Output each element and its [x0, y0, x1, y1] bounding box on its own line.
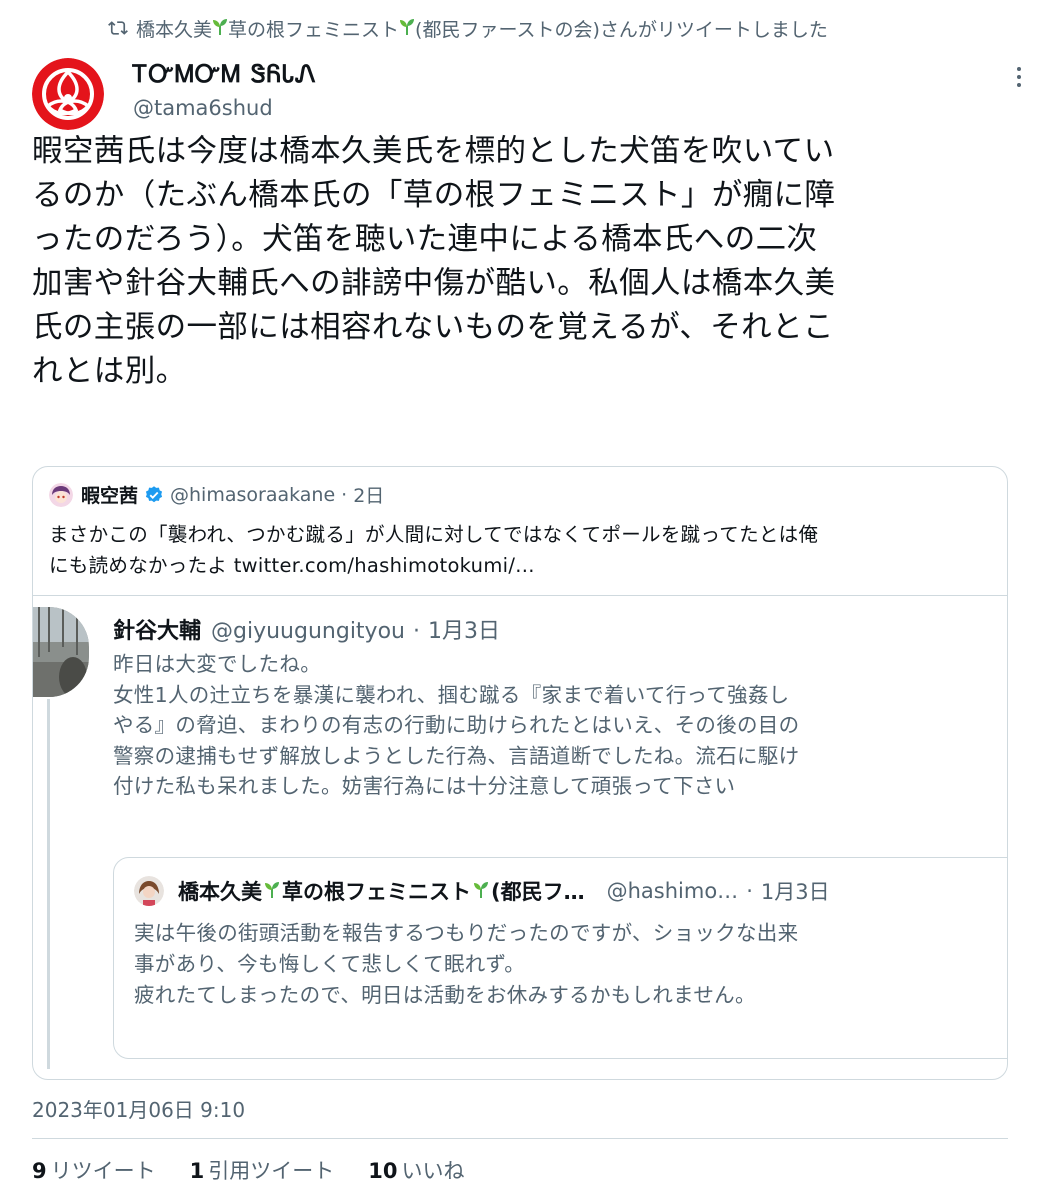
tweet-line: 氏の主張の一部には相容れないものを覚えるが、それとこ [32, 310, 834, 345]
like-label: いいね [401, 1159, 465, 1183]
separator-dot: · [341, 483, 348, 506]
quoted-tweet-text: まさかこの「襲われ、つかむ蹴る」が人間に対してではなくてポールを蹴ってたとは俺 … [49, 519, 999, 581]
nested-time[interactable]: 1月3日 [428, 613, 500, 645]
retweet-label: リツイート [50, 1159, 156, 1183]
sprout-icon [212, 17, 228, 40]
nested-quoted-tweet[interactable]: 橋本久美 草の根フェミニスト (都民フ… @hashimo… · 1月3日 実は… [113, 857, 1007, 1059]
nested-quoted-line: 事があり、今も悔しくて悲しくて眠れず。 [134, 952, 526, 976]
avatar[interactable] [134, 876, 164, 906]
quoted-line[interactable]: にも読めなかったよ twitter.com/hashimotokumi/... [49, 550, 999, 581]
quoted-tweet[interactable]: 暇空茜 @himasoraakane · 2日 まさかこの「襲われ、つかむ蹴る」… [32, 466, 1008, 1080]
retweet-notice[interactable]: 橋本久美 草の根フェミニスト (都民ファーストの会)さんがリツイートしました [108, 14, 828, 42]
author-handle[interactable]: @tama6shud [133, 96, 273, 120]
nested-line: やる』の脅迫、まわりの有志の行動に助けられたとはいえ、その後の目の [113, 713, 800, 737]
tweet-timestamp[interactable]: 2023年01月06日 9:10 [32, 1094, 245, 1123]
like-count-link[interactable]: 10 いいね [368, 1155, 464, 1185]
tweet-line: 加害や針谷大輔氏への誹謗中傷が酷い。私個人は橋本久美 [32, 266, 836, 301]
retweet-notice-name: 橋本久美 [136, 18, 213, 41]
separator-dot: · [746, 879, 753, 903]
quoted-time[interactable]: 2日 [353, 481, 384, 508]
avatar-logo [32, 58, 104, 130]
nested-line: 付けた私も呆れました。妨害行為には十分注意して頑張って下さい [113, 774, 736, 798]
nested-quoted-line: 疲れたてしまったので、明日は活動をお休みするかもしれません。 [134, 983, 756, 1007]
divider [32, 1138, 1008, 1139]
retweet-notice-suffix: (都民ファーストの会)さんがリツイートしました [415, 18, 828, 41]
tweet-line: るのか（たぶん橋本氏の「草の根フェミニスト」が癇に障 [32, 178, 836, 213]
avatar[interactable] [33, 607, 89, 697]
retweet-icon [108, 18, 128, 38]
nested-quoted-author-suffix[interactable]: (都民フ… [491, 876, 585, 906]
nested-line: 昨日は大変でしたね。 [113, 652, 321, 676]
quoted-author-handle[interactable]: @himasoraakane [170, 484, 335, 506]
like-count: 10 [368, 1159, 398, 1183]
tweet-stats: 9 リツイート 1 引用ツイート 10 いいね [32, 1155, 498, 1185]
retweet-notice-title: 草の根フェミニスト [228, 18, 400, 41]
tweet-line: ったのだろう）。犬笛を聴いた連中による橋本氏への二次 [32, 222, 818, 257]
quoted-tweet-header: 暇空茜 @himasoraakane · 2日 [49, 481, 384, 508]
nested-tweet-text: 昨日は大変でしたね。 女性1人の辻立ちを暴漢に襲われ、掴む蹴る『家まで着いて行っ… [113, 649, 1007, 802]
sprout-icon [399, 17, 415, 40]
nested-quoted-author-title[interactable]: 草の根フェミニスト [282, 876, 471, 906]
divider [33, 595, 1007, 596]
nested-quoted-text: 実は午後の街頭活動を報告するつもりだったのですが、ショックな出来 事があり、今も… [134, 918, 1007, 1011]
quote-count-link[interactable]: 1 引用ツイート [190, 1155, 335, 1185]
nested-quoted-time[interactable]: 1月3日 [761, 876, 830, 906]
nested-author-name[interactable]: 針谷大輔 [113, 613, 201, 645]
nested-tweet-header: 針谷大輔 @giyuugungityou · 1月3日 [113, 613, 500, 645]
nested-quoted-line: 実は午後の街頭活動を報告するつもりだったのですが、ショックな出来 [134, 921, 799, 945]
sprout-icon [473, 879, 489, 903]
avatar[interactable] [49, 482, 73, 507]
nested-quoted-header: 橋本久美 草の根フェミニスト (都民フ… @hashimo… · 1月3日 [134, 876, 830, 906]
avatar[interactable] [32, 58, 104, 130]
thread-line [47, 699, 50, 1069]
sprout-icon [264, 879, 280, 903]
nested-author-handle[interactable]: @giyuugungityou [211, 619, 405, 644]
tweet-line: 暇空茜氏は今度は橋本久美氏を標的とした犬笛を吹いてい [32, 134, 835, 169]
tweet-line: れとは別。 [32, 354, 187, 389]
quoted-line: まさかこの「襲われ、つかむ蹴る」が人間に対してではなくてポールを蹴ってたとは俺 [49, 523, 819, 546]
retweet-count-link[interactable]: 9 リツイート [32, 1155, 156, 1185]
tweet-text: 暇空茜氏は今度は橋本久美氏を標的とした犬笛を吹いてい るのか（たぶん橋本氏の「草… [32, 130, 990, 394]
nested-quoted-handle[interactable]: @hashimo… [607, 879, 739, 903]
quote-count: 1 [189, 1159, 205, 1183]
more-icon[interactable] [1004, 60, 1034, 94]
verified-icon [144, 485, 164, 505]
nested-line: 女性1人の辻立ちを暴漢に襲われ、掴む蹴る『家まで着いて行って強姦し [113, 682, 790, 707]
quoted-author-name[interactable]: 暇空茜 [81, 481, 138, 508]
nested-quoted-author-name[interactable]: 橋本久美 [178, 876, 262, 906]
retweet-count: 9 [32, 1159, 47, 1183]
nested-line: 警察の逮捕もせず解放しようとした行為、言語道断でしたね。流石に駆け [113, 743, 800, 768]
quote-label: 引用ツイート [208, 1159, 335, 1183]
author-name[interactable]: ᎢᏅᎷᏅᎷ ᏕᏲᏓᏁ [133, 60, 317, 88]
separator-dot: · [412, 619, 420, 644]
